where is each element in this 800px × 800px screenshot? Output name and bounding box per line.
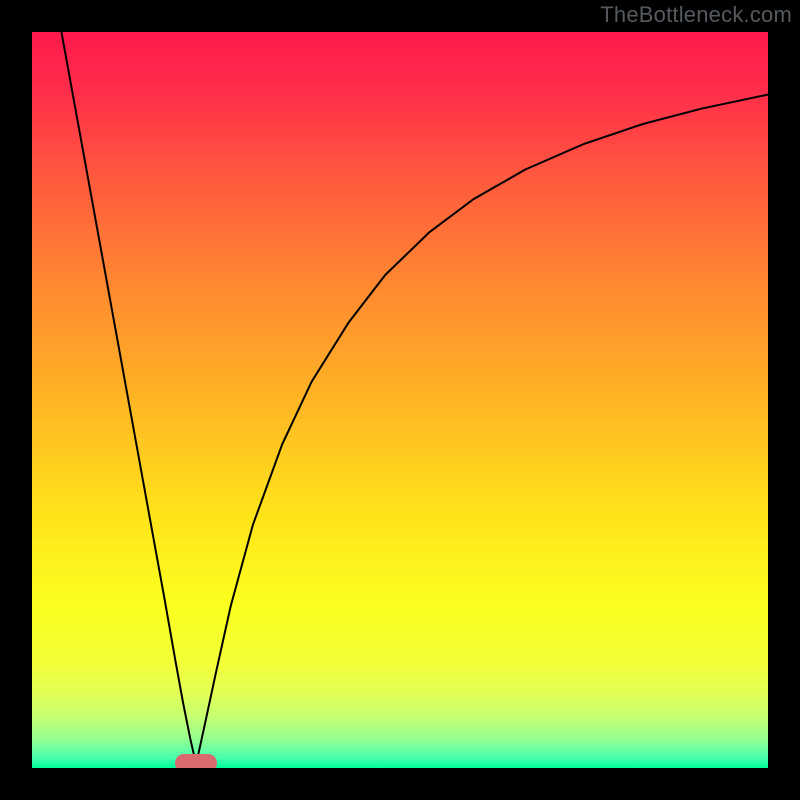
curve-right-branch: [196, 95, 768, 765]
min-marker: [175, 754, 217, 768]
curve: [32, 32, 768, 768]
curve-left-branch: [61, 32, 196, 764]
plot-area: [32, 32, 768, 768]
chart-frame: TheBottleneck.com: [0, 0, 800, 800]
attribution-label: TheBottleneck.com: [600, 2, 792, 28]
